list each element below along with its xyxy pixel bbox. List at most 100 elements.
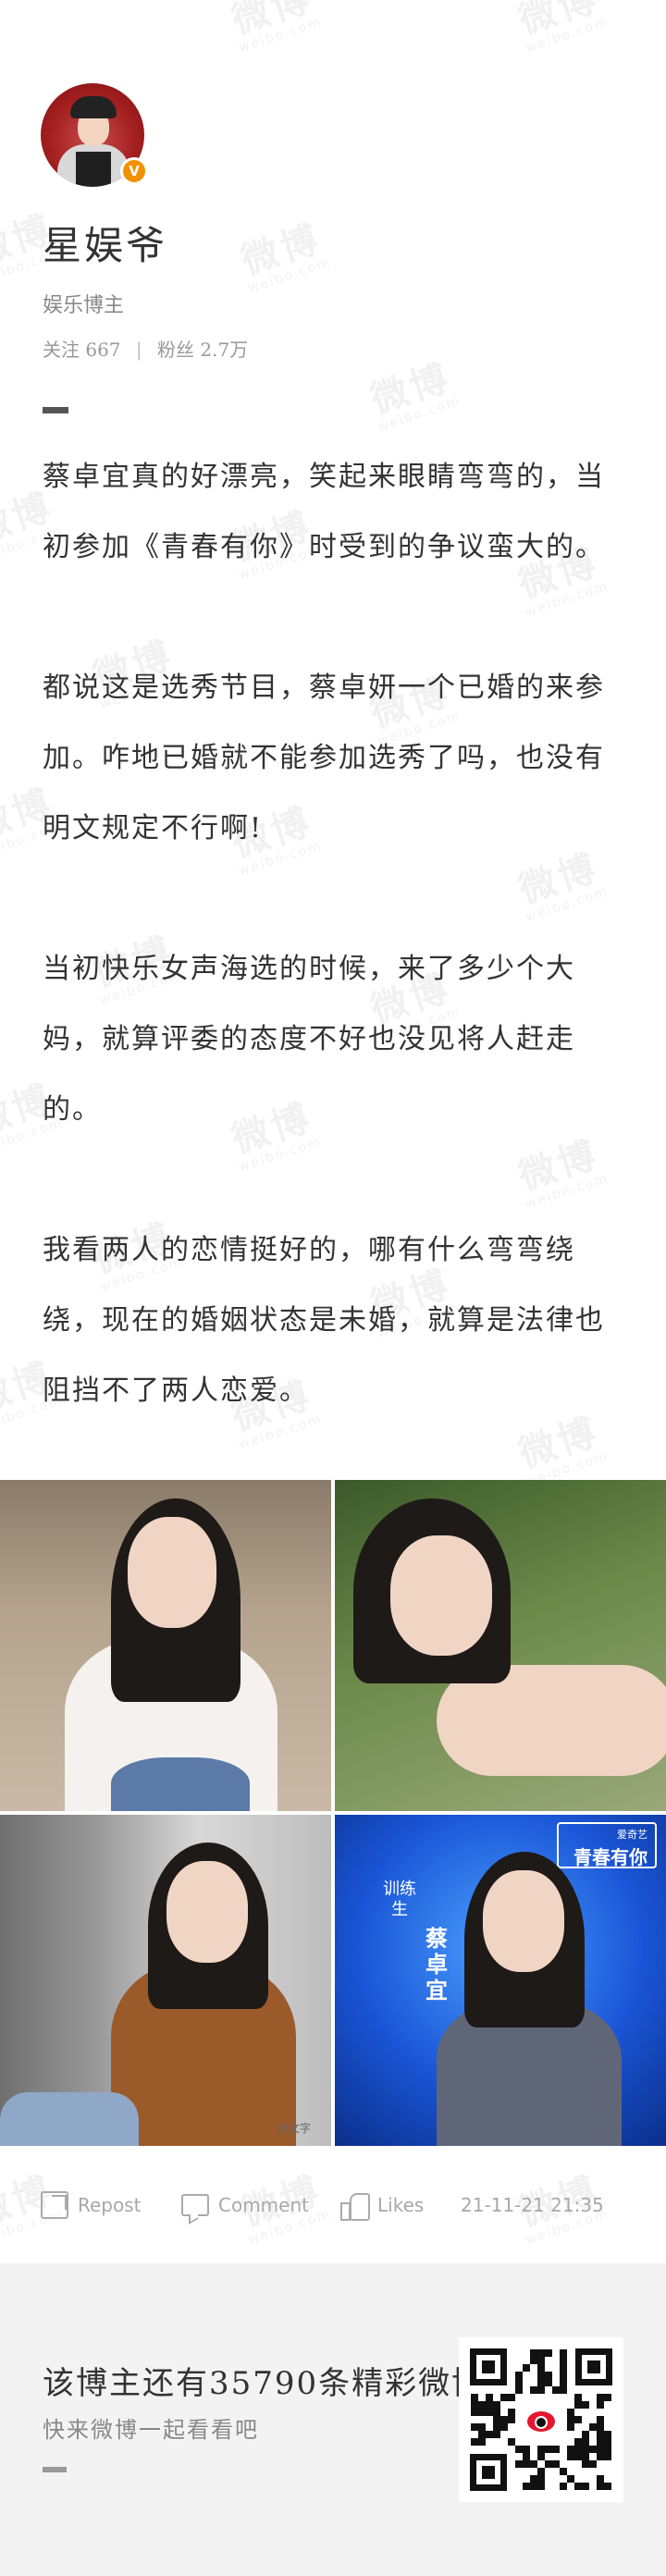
qr-module [582,2453,589,2460]
qr-module [523,2453,530,2460]
qr-module [574,2483,582,2490]
qr-module [508,2394,515,2401]
qr-module [597,2416,604,2423]
qr-module [500,2416,508,2423]
qr-module [515,2460,523,2468]
qr-module [604,2438,611,2446]
qr-module [604,2453,611,2460]
photo-figure-face [483,1870,564,1972]
watermark: 微博 weibo.com [227,0,325,56]
account-stats: 关注 667 | 粉丝 2.7万 [43,335,248,362]
qr-module [537,2357,545,2364]
qr-module [567,2475,574,2483]
qr-module [589,2423,597,2431]
qr-module [537,2453,545,2460]
photo-figure-face [166,1861,248,1963]
qr-module [560,2349,567,2357]
weibo-logo-icon [522,2400,561,2439]
qr-module [552,2446,560,2453]
qr-module [515,2372,523,2379]
qr-module [545,2349,552,2357]
followers-count[interactable]: 2.7万 [200,339,248,361]
qr-module [493,2416,500,2423]
qr-module [604,2394,611,2401]
qr-module [597,2394,604,2401]
qr-module [604,2431,611,2438]
qr-module [574,2401,582,2409]
qr-module [582,2483,589,2490]
account-name[interactable]: 星娱爷 [43,215,167,271]
qr-module [478,2438,486,2446]
qr-module [530,2386,537,2394]
qr-module [530,2483,537,2490]
show-logo-title: 青春有你 [574,1846,648,1868]
comment-icon [181,2194,209,2216]
qr-module [537,2483,545,2490]
trainee-name: 蔡卓宜 [426,1926,448,2003]
qr-module [574,2438,582,2446]
trainee-tag: 训练生 [383,1880,416,1919]
repost-icon [41,2191,68,2219]
qr-module [471,2409,478,2416]
qr-module [589,2446,597,2453]
qr-module [560,2357,567,2364]
qr-module [530,2357,537,2364]
article-paragraph: 蔡卓宜真的好漂亮，笑起来眼睛弯弯的，当初参加《青春有你》时受到的争议蛮大的。 [43,461,605,563]
article-paragraph: 都说这是选秀节目，蔡卓妍一个已婚的来参加。咋地已婚就不能参加选秀了吗，也没有明文… [43,672,605,844]
qr-module [574,2416,582,2423]
qr-module [486,2394,493,2401]
qr-module [478,2431,486,2438]
qr-code-icon[interactable] [459,2337,623,2502]
photo-figure-face [390,1535,492,1656]
like-icon [340,2191,370,2221]
qr-module [500,2394,508,2401]
watermark: 微博 weibo.com [365,355,463,436]
photo-2[interactable] [335,1480,666,1811]
photo-figure-jeans [111,1757,250,1811]
qr-module [493,2431,500,2438]
qr-module [552,2460,560,2468]
qr-module [530,2460,537,2468]
photo-credit: @文字 [278,2122,312,2135]
photo-1[interactable] [0,1480,331,1811]
qr-module [582,2431,589,2438]
qr-module [523,2460,530,2468]
footer-promo-subtitle: 快来微博一起看看吧 [43,2417,259,2443]
action-bar: Repost Comment Likes 21-11-21 21:35 [0,2175,666,2235]
qr-module [560,2468,567,2475]
qr-finder [575,2348,612,2385]
stats-divider: | [135,339,142,361]
like-label: Likes [377,2194,425,2216]
qr-module [604,2483,611,2490]
qr-module [493,2409,500,2416]
photo-4[interactable]: 爱奇艺 青春有你 训练生 蔡卓宜 [335,1815,666,2146]
qr-module [523,2483,530,2490]
repost-button[interactable]: Repost [41,2188,142,2222]
qr-module [508,2409,515,2416]
qr-module [537,2475,545,2483]
qr-module [597,2401,604,2409]
qr-module [560,2372,567,2379]
following-count[interactable]: 667 [85,339,120,361]
like-button[interactable]: Likes [340,2188,424,2222]
comment-button[interactable]: Comment [181,2188,309,2222]
qr-module [486,2401,493,2409]
qr-module [597,2446,604,2453]
show-logo: 爱奇艺 青春有你 [557,1822,657,1868]
qr-module [471,2401,478,2409]
qr-module [537,2446,545,2453]
qr-module [523,2446,530,2453]
qr-module [530,2475,537,2483]
qr-module [545,2446,552,2453]
qr-module [567,2453,574,2460]
qr-module [493,2423,500,2431]
qr-module [478,2423,486,2431]
qr-module [523,2364,530,2372]
avatar-figure-cap [70,96,117,118]
article-paragraph: 当初快乐女声海选的时候，来了多少个大妈，就算评委的态度不好也没见将人赶走的。 [43,953,575,1126]
footer-promo: 该博主还有35790条精彩微博 快来微博一起看看吧 [0,2263,666,2576]
photo-3[interactable]: @文字 [0,1815,331,2146]
qr-module [500,2423,508,2431]
qr-module [574,2453,582,2460]
qr-module [478,2401,486,2409]
